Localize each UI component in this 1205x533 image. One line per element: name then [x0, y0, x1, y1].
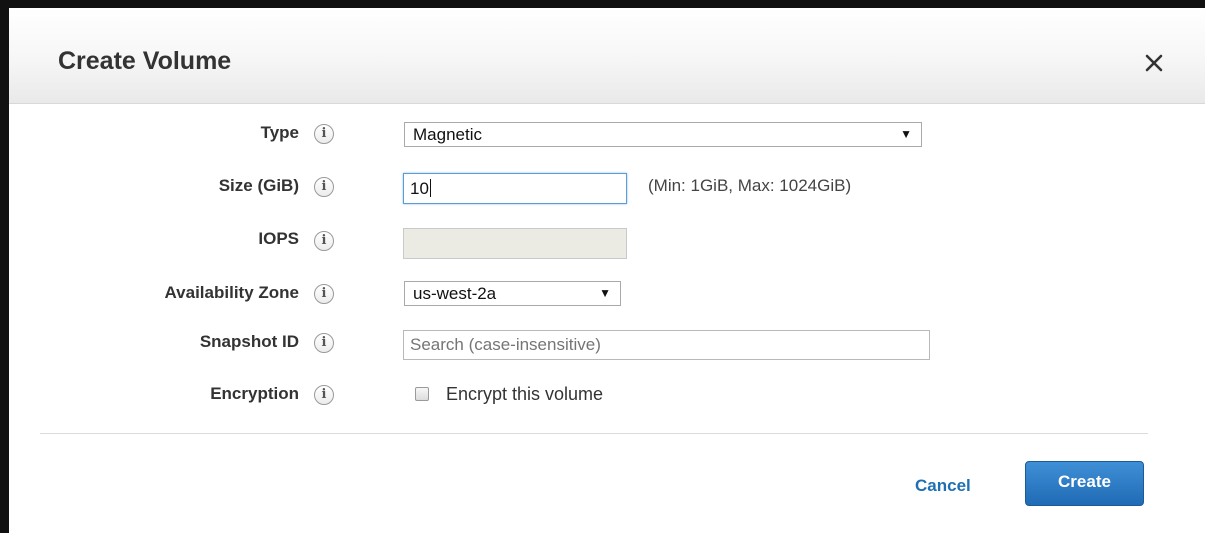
chevron-down-icon: ▼	[599, 286, 611, 300]
iops-label: IOPS	[258, 229, 299, 248]
encrypt-checkbox-label[interactable]: Encrypt this volume	[446, 384, 603, 405]
type-label: Type	[260, 123, 299, 142]
dialog-header: Create Volume	[9, 8, 1205, 104]
snapshot-id-input[interactable]	[403, 330, 930, 360]
text-cursor	[429, 179, 431, 197]
encrypt-checkbox[interactable]	[415, 387, 429, 401]
info-icon[interactable]: i	[314, 231, 334, 251]
size-input[interactable]: 10	[403, 173, 627, 204]
chevron-down-icon: ▼	[900, 127, 912, 141]
screen: Create Volume Type i Magnetic ▼ Size (Gi…	[0, 0, 1205, 533]
window-edge-left	[0, 0, 9, 533]
availability-zone-select[interactable]: us-west-2a ▼	[404, 281, 621, 306]
info-icon[interactable]: i	[314, 124, 334, 144]
snapshot-id-label: Snapshot ID	[199, 332, 299, 351]
size-input-value: 10	[410, 179, 429, 198]
size-label: Size (GiB)	[218, 176, 299, 195]
footer-divider	[40, 433, 1148, 434]
info-icon[interactable]: i	[314, 177, 334, 197]
dialog-body: Type i Magnetic ▼ Size (GiB) i 10 (Min: …	[9, 104, 1205, 533]
dialog-title: Create Volume	[58, 47, 232, 75]
create-button[interactable]: Create	[1025, 461, 1144, 506]
type-select-value: Magnetic	[413, 125, 482, 144]
availability-zone-label: Availability Zone	[164, 283, 299, 302]
window-edge-top	[0, 0, 1205, 8]
close-button[interactable]	[1139, 48, 1169, 78]
info-icon[interactable]: i	[314, 385, 334, 405]
info-icon[interactable]: i	[314, 284, 334, 304]
cancel-button[interactable]: Cancel	[915, 475, 971, 497]
close-icon	[1145, 54, 1163, 72]
size-hint: (Min: 1GiB, Max: 1024GiB)	[648, 176, 852, 195]
iops-input	[403, 228, 627, 259]
availability-zone-value: us-west-2a	[413, 284, 497, 303]
info-icon[interactable]: i	[314, 333, 334, 353]
encryption-label: Encryption	[210, 384, 299, 403]
type-select[interactable]: Magnetic ▼	[404, 122, 922, 147]
